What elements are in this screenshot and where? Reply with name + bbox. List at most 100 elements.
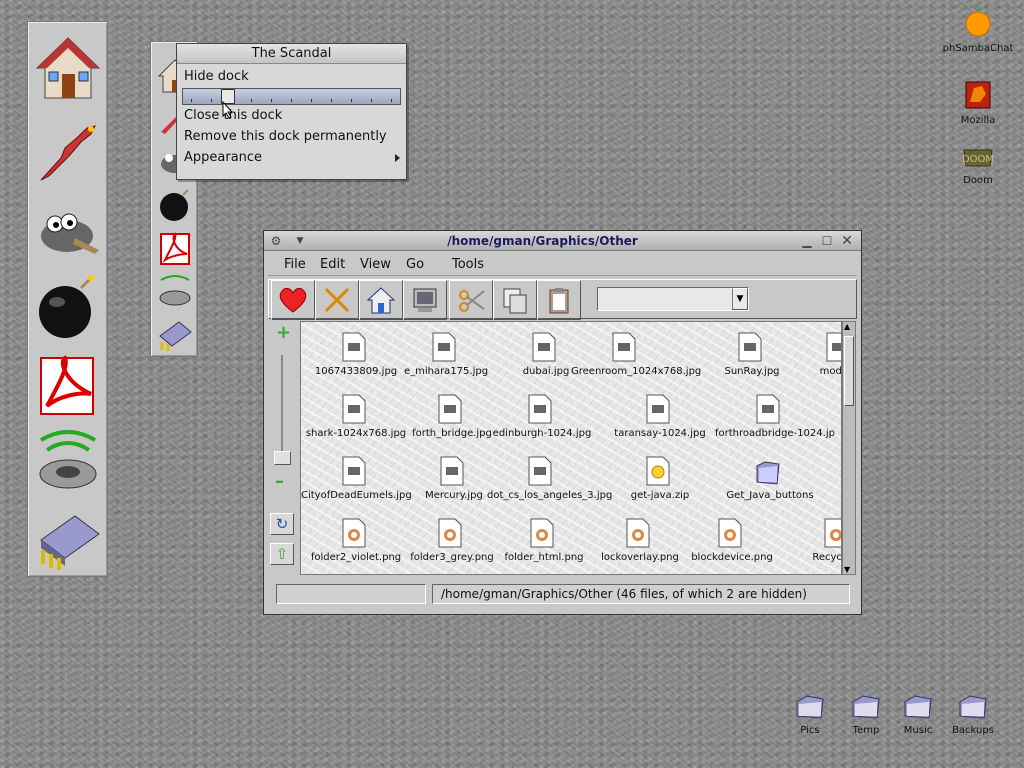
close-icon[interactable]: ✕ [839,233,855,249]
menu-item-remove-dock[interactable]: Remove this dock permanently [177,126,406,147]
scrollbar-thumb[interactable] [844,336,854,406]
file-name: Greenroom_1024x768.jpg [571,366,702,377]
hardware-icon[interactable] [33,504,103,572]
file-item[interactable]: get-java.zip [605,450,715,508]
menu-item-appearance[interactable]: Appearance [177,147,406,168]
doom-icon: DOOM [962,149,994,167]
home-icon[interactable] [359,280,403,320]
file-view: 1067433809.jpg e_mihara175.jpg dubai.jpg Gr… [300,321,842,575]
acrobat-icon[interactable] [33,348,103,416]
menu-item-close-dock[interactable]: Close this dock [177,105,406,126]
file-name: dot_cs_los_angeles_3.jpg [487,490,613,501]
dock-size-slider[interactable] [182,88,401,105]
image-file-icon [826,332,841,362]
desktop-icon-phsambachat[interactable]: phSambaChat [938,7,1018,54]
menu-file[interactable]: File [284,257,306,272]
file-name: Get_Java_buttons [726,490,814,501]
dock-context-menu: The Scandal Hide dock Close this dock Re… [176,43,407,180]
menu-view[interactable]: View [360,257,391,272]
image-file-icon [342,332,366,362]
menu-go[interactable]: Go [406,257,424,272]
reload-icon[interactable]: ↻ [270,513,294,535]
file-item[interactable]: e_mihara175.jpg [391,326,501,384]
file-name: get-java.zip [630,490,690,501]
home-icon[interactable] [33,34,103,102]
zoom-in-icon[interactable]: + [276,324,291,342]
combo-dropdown-icon[interactable]: ▼ [732,288,748,310]
lizard-icon[interactable] [33,118,103,186]
submenu-arrow-icon [395,154,400,162]
speaker-icon[interactable] [33,426,103,494]
file-item[interactable]: Get_Java_buttons [715,450,825,508]
file-item[interactable]: CityofDeadEumels.jpg [301,450,412,508]
gimp-icon[interactable] [33,194,103,262]
desktop-icon-label: Backups [952,725,994,736]
file-name: shark-1024x768.jpg [305,428,407,439]
bomb-icon[interactable] [155,184,195,224]
zoom-slider-knob[interactable] [274,451,291,465]
file-item[interactable]: Recycle Bi [783,512,842,570]
window-menu-icon[interactable]: ⚙ [268,233,284,249]
file-item[interactable]: taransay-1024.jpg [605,388,715,446]
menu-title: The Scandal [177,44,406,64]
computer-icon[interactable] [403,280,447,320]
speaker-icon[interactable] [155,270,195,310]
image-file-icon [528,394,552,424]
menu-edit[interactable]: Edit [320,257,345,272]
desktop-icon-mozilla[interactable]: Mozilla [938,80,1018,126]
status-progress [276,584,426,604]
file-item[interactable]: ja [825,450,841,508]
cut-scissors-icon[interactable] [449,280,493,320]
file-item[interactable]: blockdevice.png [677,512,787,570]
hardware-icon[interactable] [155,314,195,354]
desktop-icon-doom[interactable]: DOOM Doom [938,146,1018,186]
menu-tools[interactable]: Tools [452,257,484,272]
image-file-icon [738,332,762,362]
svg-text:DOOM: DOOM [963,154,993,165]
zoom-slider-track[interactable] [281,355,283,465]
png-file-icon [626,518,650,548]
file-item[interactable]: forthroadbridge-1024.jp [715,388,835,446]
image-file-icon [438,394,462,424]
folder-icon [852,695,880,719]
acrobat-icon[interactable] [155,228,195,268]
file-item[interactable]: folder2_violet.png [301,512,411,570]
up-folder-icon[interactable]: ⇧ [270,543,294,565]
file-name: taransay-1024.jpg [614,428,706,439]
file-name: Recycle Bi [812,552,842,563]
statusbar: /home/gman/Graphics/Other (46 files, of … [268,581,857,607]
file-name: folder2_violet.png [310,552,402,563]
copy-icon[interactable] [493,280,537,320]
mozilla-icon [965,81,991,109]
vertical-scrollbar[interactable]: ▲ ▼ [842,321,856,575]
desktop-folder-backups[interactable]: Backups [933,690,1013,736]
location-combo[interactable]: ▼ [597,287,749,311]
zoom-out-icon[interactable]: – [275,471,284,492]
image-file-icon [756,394,780,424]
file-item[interactable]: folder_html.png [489,512,599,570]
image-file-icon [528,456,552,486]
window-titlebar[interactable]: ⚙ ▼ /home/gman/Graphics/Other ▁ ☐ ✕ [264,231,861,251]
zip-file-icon [646,456,670,486]
maximize-icon[interactable]: ☐ [819,233,835,249]
minimize-icon[interactable]: ▁ [799,233,815,249]
file-item[interactable]: Greenroom_1024x768.jpg [571,326,702,384]
bookmarks-heart-icon[interactable] [271,280,315,320]
menubar: File Edit View Go Tools [268,254,857,276]
file-item[interactable]: dot_cs_los_angeles_3.jpg [487,450,613,508]
png-file-icon [824,518,841,548]
menu-item-hide-dock[interactable]: Hide dock [177,66,406,87]
file-item[interactable]: modena [785,326,841,384]
paste-clipboard-icon[interactable] [537,280,581,320]
image-file-icon [342,394,366,424]
scroll-up-icon[interactable]: ▲ [844,322,850,331]
file-name: forthroadbridge-1024.jp [715,428,835,439]
image-file-icon [612,332,636,362]
delete-x-icon[interactable] [315,280,359,320]
file-item[interactable]: shark-1024x768.jpg [301,388,411,446]
file-item[interactable]: edinburgh-1024.jpg [487,388,597,446]
file-name: ja [825,490,841,501]
folder-icon [796,695,824,719]
scroll-down-icon[interactable]: ▼ [844,565,850,574]
bomb-icon[interactable] [33,272,103,340]
